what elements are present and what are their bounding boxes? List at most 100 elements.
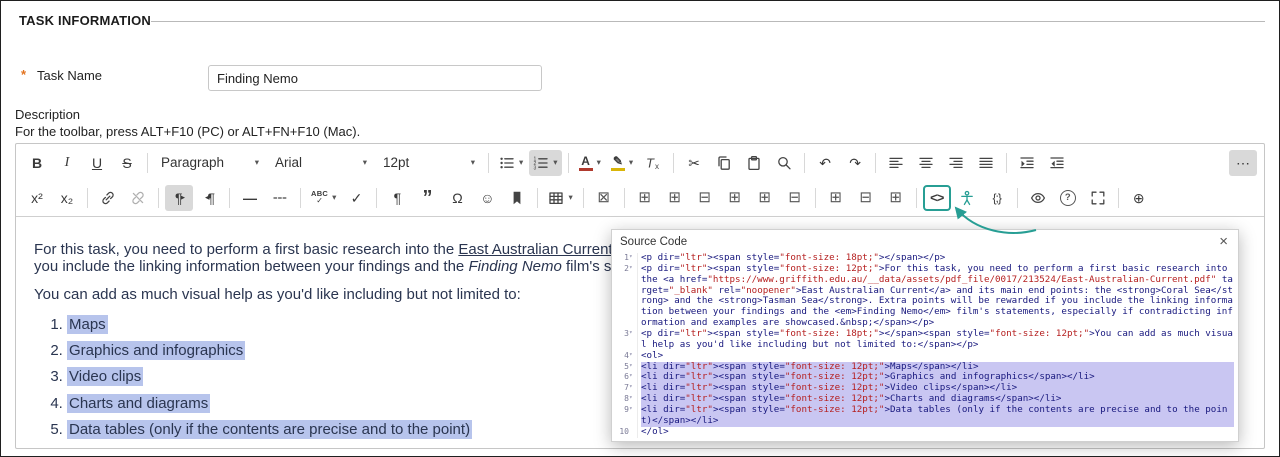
insert-link-icon [100,190,116,206]
spellcheck-button[interactable]: ABC ✓ ▾ [307,185,340,211]
accessibility-checker-button[interactable] [953,185,981,211]
insert-link-button[interactable] [94,185,122,211]
strikethrough-button[interactable]: S [113,150,141,176]
clear-formatting-button[interactable]: Tx [639,150,667,176]
task-name-input[interactable] [208,65,542,91]
selected-text: Maps [67,315,108,335]
special-character-button[interactable]: Ω [443,185,471,211]
redo-button[interactable]: ↷ [841,150,869,176]
font-family-label: Arial [275,154,303,170]
code-sample-label: {;} [992,190,1002,205]
text-color-button[interactable]: A ▾ [575,150,605,176]
paragraph-text: Finding Nemo [468,258,562,276]
highlight-color-button[interactable]: ✎ ▾ [607,150,637,176]
horizontal-rule-label: — [243,189,257,206]
cut-label: ✂ [688,154,700,171]
toolbar-separator [804,152,806,173]
superscript-button[interactable]: x² [23,185,51,211]
table-button[interactable]: ▾ [544,185,576,211]
underline-button[interactable]: U [83,150,111,176]
align-center-button[interactable] [912,150,940,176]
svg-text:T: T [646,155,655,170]
merge-cells-button[interactable]: ⊞ [822,185,850,211]
insert-label: ⊕ [1132,189,1145,206]
east-australian-current-link[interactable]: East Australian Current [458,241,612,258]
selected-text: Data tables (only if the contents are pr… [67,419,473,439]
rtl-paragraph-button[interactable]: ◂ ¶ [195,185,223,211]
split-cell-button[interactable]: ⊟ [852,185,880,211]
font-size-button[interactable]: 12pt ▾ [376,150,482,176]
block-format-button[interactable]: Paragraph ▾ [154,150,266,176]
italic-button[interactable]: I [53,150,81,176]
preview-button[interactable] [1024,185,1052,211]
spellcheck-toggle-button[interactable]: ✓ [342,185,370,211]
ltr-paragraph-button[interactable]: ¶ ▸ [165,184,193,211]
help-button[interactable]: ? [1054,185,1082,211]
svg-text:x: x [655,162,659,171]
preview-icon [1030,190,1046,206]
source-code-body[interactable]: 1 ▾ <p dir="ltr"><span style="font-size: 1… [612,250,1238,441]
delete-column-button[interactable]: ⊟ [781,185,809,211]
fullscreen-button[interactable] [1084,185,1112,211]
show-invisible-characters-button[interactable]: ¶ [383,185,411,211]
copy-button[interactable] [710,150,738,176]
delete-row-button[interactable]: ⊟ [691,185,719,211]
blockquote-button[interactable]: ” [413,185,441,211]
page-break-icon [272,190,288,206]
close-icon[interactable]: × [1217,234,1230,249]
more-toolbar-label: ⋯ [1236,154,1250,171]
clear-formatting-icon: Tx [644,155,662,171]
font-family-button[interactable]: Arial ▾ [268,150,374,176]
remove-link-button[interactable] [124,185,152,211]
task-name-label: Task Name [37,68,103,83]
insert-column-before-button[interactable]: ⊞ [721,185,749,211]
page-break-button[interactable] [266,185,294,211]
line-number: 8 ▾ [614,394,638,406]
subscript-button[interactable]: x₂ [53,185,81,211]
fold-marker-icon: ▾ [629,329,633,337]
code-sample-button[interactable]: {;} [983,185,1011,211]
insert-column-after-label: ⊞ [758,189,771,206]
cell-properties-button[interactable]: ⊞ [882,185,910,211]
more-toolbar-button[interactable]: ⋯ [1229,149,1257,176]
insert-row-below-button[interactable]: ⊞ [661,185,689,211]
emoticons-button[interactable]: ☺ [473,185,501,211]
toolbar-separator [814,187,816,208]
delete-table-label: ⊠ [597,189,610,206]
anchor-button[interactable] [503,185,531,211]
source-code-button[interactable]: <> [922,184,951,211]
bullet-list-button[interactable]: ▾ [495,150,527,176]
find-replace-button[interactable] [770,150,798,176]
align-right-button[interactable] [942,150,970,176]
font-size-label: 12pt [383,154,410,170]
align-left-button[interactable] [882,150,910,176]
copy-icon [716,155,732,171]
paste-button[interactable] [740,150,768,176]
align-left-icon [888,155,904,171]
insert-row-above-button[interactable]: ⊞ [631,185,659,211]
toolbar-separator [1006,152,1008,173]
delete-table-button[interactable]: ⊠ [590,185,618,211]
remove-link-icon [130,190,146,206]
spellcheck-toggle-label: ✓ [350,189,363,206]
justify-button[interactable] [972,150,1000,176]
justify-icon [978,155,994,171]
bold-button[interactable]: B [23,150,51,176]
toolbar-separator [1117,187,1119,208]
undo-button[interactable]: ↶ [811,150,839,176]
indent-button[interactable] [1013,150,1041,176]
numbered-list-button[interactable]: 1 2 3 ▾ [529,149,562,176]
cell-properties-label: ⊞ [889,189,902,206]
cut-button[interactable]: ✂ [680,150,708,176]
horizontal-rule-button[interactable]: — [236,185,264,211]
outdent-button[interactable] [1043,150,1071,176]
paste-icon [746,155,762,171]
line-number: 9 ▾ [614,405,638,427]
svg-text:3: 3 [534,165,537,171]
chevron-down-icon: ▾ [362,157,367,167]
insert-button[interactable]: ⊕ [1125,185,1153,211]
line-number: 1 ▾ [614,253,638,264]
insert-column-after-button[interactable]: ⊞ [751,185,779,211]
toolbar-separator [582,187,584,208]
help-icon: ? [1059,189,1076,206]
